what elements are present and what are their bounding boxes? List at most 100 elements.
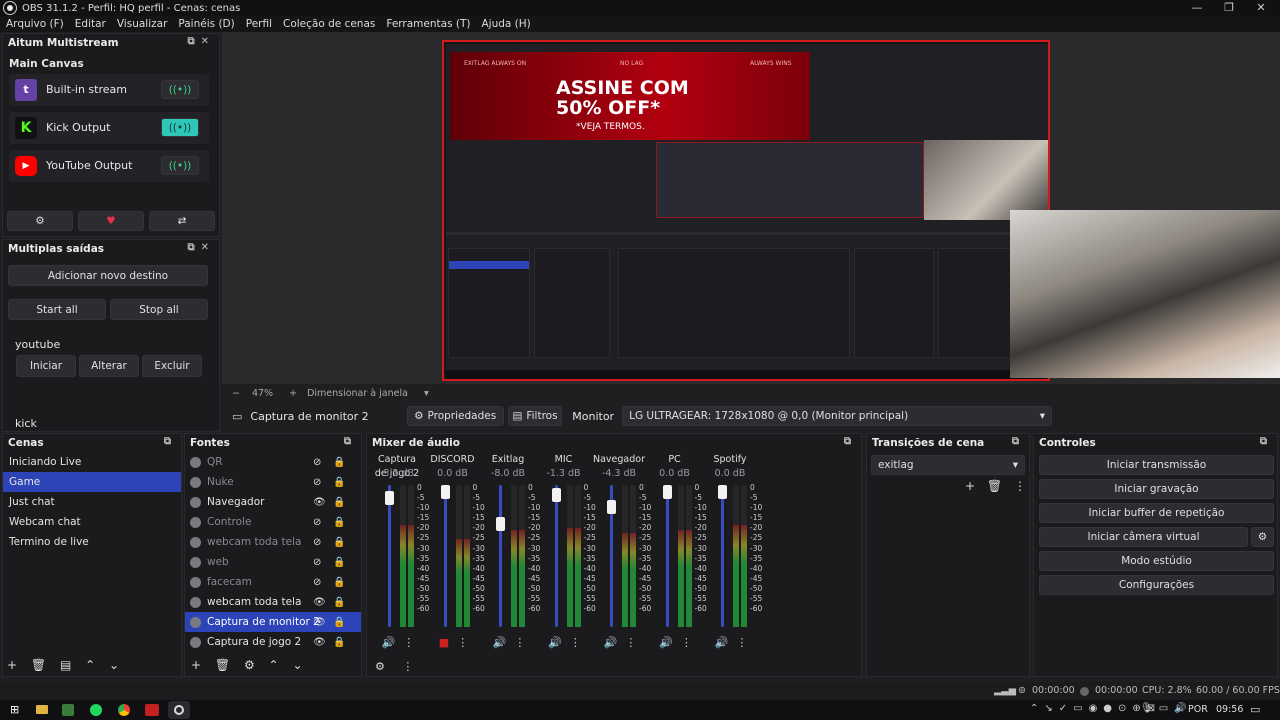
volume-fader-handle[interactable] bbox=[551, 487, 561, 502]
source-item[interactable]: QR ⊘ 🔒 bbox=[185, 452, 361, 472]
lock-icon[interactable]: 🔒 bbox=[333, 537, 345, 548]
dock-float-icon[interactable]: ⧉ bbox=[844, 436, 857, 447]
volume-fader-handle[interactable] bbox=[496, 517, 505, 531]
source-item[interactable]: facecam ⊘ 🔒 bbox=[185, 572, 361, 592]
start-all-button[interactable]: Start all bbox=[8, 299, 106, 320]
lock-icon[interactable]: 🔒 bbox=[333, 497, 345, 508]
volume-fader-handle[interactable] bbox=[662, 485, 672, 499]
chrome-icon[interactable] bbox=[118, 704, 130, 716]
dock-float-icon[interactable]: ⧉ bbox=[164, 436, 177, 447]
lock-icon[interactable]: 🔒 bbox=[333, 597, 345, 608]
app-icon-green[interactable] bbox=[62, 704, 74, 716]
source-item[interactable]: webcam toda tela ⊘ 🔒 bbox=[185, 532, 361, 552]
more-options-icon[interactable]: ⋮ bbox=[681, 636, 692, 649]
gear-icon[interactable]: ⚙ bbox=[244, 658, 255, 672]
dock-float-icon[interactable]: ⧉ bbox=[344, 436, 357, 447]
resize-mode-select[interactable]: Dimensionar à janela bbox=[307, 388, 408, 399]
dock-float-icon[interactable]: ⧉ bbox=[1260, 436, 1273, 447]
source-item[interactable]: Nuke ⊘ 🔒 bbox=[185, 472, 361, 492]
lock-icon[interactable]: 🔒 bbox=[333, 557, 345, 568]
speaker-icon[interactable]: 🔊 bbox=[493, 636, 507, 649]
volume-fader-handle[interactable] bbox=[607, 500, 616, 515]
app-icon-red[interactable] bbox=[145, 704, 159, 716]
eye-icon[interactable]: 👁 bbox=[313, 597, 326, 608]
volume-fader-handle[interactable] bbox=[440, 485, 450, 499]
source-item[interactable]: Captura de jogo 2 👁 🔒 bbox=[185, 632, 361, 652]
lock-icon[interactable]: 🔒 bbox=[333, 457, 345, 468]
more-options-icon[interactable]: ⋮ bbox=[625, 636, 636, 649]
file-explorer-icon[interactable] bbox=[36, 705, 48, 714]
trash-icon[interactable]: 🗑 bbox=[31, 658, 46, 672]
eye-off-icon[interactable]: ⊘ bbox=[313, 537, 321, 548]
volume-fader-track[interactable] bbox=[721, 485, 724, 627]
menu-scene-collection[interactable]: Coleção de cenas bbox=[283, 18, 375, 30]
menu-profile[interactable]: Perfil bbox=[246, 18, 272, 30]
monitor-select[interactable]: LG ULTRAGEAR: 1728x1080 @ 0,0 (Monitor p… bbox=[622, 406, 1052, 426]
speaker-icon[interactable]: 🔊 bbox=[715, 636, 729, 649]
delete-destination-button[interactable]: Excluir bbox=[142, 355, 202, 377]
notifications-icon[interactable]: ▭ bbox=[1250, 703, 1260, 716]
more-options-icon[interactable]: ⋮ bbox=[457, 636, 468, 649]
volume-fader-handle[interactable] bbox=[385, 491, 394, 506]
more-options-icon[interactable]: ⋮ bbox=[403, 636, 414, 649]
lock-icon[interactable]: 🔒 bbox=[333, 617, 345, 628]
language-indicator[interactable]: POR bbox=[1188, 704, 1208, 715]
menu-docks[interactable]: Painéis (D) bbox=[178, 18, 234, 30]
stop-all-button[interactable]: Stop all bbox=[110, 299, 208, 320]
volume-fader-track[interactable] bbox=[499, 485, 502, 627]
menu-tools[interactable]: Ferramentas (T) bbox=[386, 18, 470, 30]
share-icon[interactable]: ⇄ bbox=[149, 211, 215, 231]
menu-file[interactable]: Arquivo (F) bbox=[6, 18, 64, 30]
volume-fader-handle[interactable] bbox=[718, 485, 727, 499]
zoom-out-button[interactable]: − bbox=[232, 388, 240, 399]
start-virtual-camera-button[interactable]: Iniciar câmera virtual bbox=[1039, 527, 1248, 547]
spotify-icon[interactable] bbox=[90, 704, 102, 716]
menu-view[interactable]: Visualizar bbox=[117, 18, 168, 30]
start-replay-buffer-button[interactable]: Iniciar buffer de repetição bbox=[1039, 503, 1274, 523]
menu-edit[interactable]: Editar bbox=[75, 18, 106, 30]
maximize-button[interactable]: ❐ bbox=[1212, 0, 1246, 16]
lock-icon[interactable]: 🔒 bbox=[333, 477, 345, 488]
selected-source-bounds[interactable]: EXITLAG ALWAYS ON NO LAG ALWAYS WINS ASS… bbox=[442, 40, 1050, 381]
chevron-up-icon[interactable]: ⌃ bbox=[85, 658, 95, 672]
volume-fader-track[interactable] bbox=[443, 485, 447, 627]
lock-icon[interactable]: 🔒 bbox=[333, 637, 345, 648]
preview-canvas[interactable]: EXITLAG ALWAYS ON NO LAG ALWAYS WINS ASS… bbox=[222, 32, 1280, 384]
dock-float-close-icons[interactable]: ⧉✕ bbox=[187, 36, 215, 47]
more-options-icon[interactable]: ⋮ bbox=[1014, 479, 1026, 493]
chevron-down-icon[interactable]: ⌄ bbox=[292, 658, 302, 672]
zoom-in-button[interactable]: + bbox=[289, 388, 297, 399]
source-item[interactable]: webcam toda tela 👁 🔒 bbox=[185, 592, 361, 612]
edit-destination-button[interactable]: Alterar bbox=[79, 355, 139, 377]
eye-off-icon[interactable]: ⊘ bbox=[313, 557, 321, 568]
scene-item[interactable]: Termino de live bbox=[3, 532, 181, 552]
toggle-stream-button[interactable]: ((•)) bbox=[161, 156, 199, 175]
eye-off-icon[interactable]: ⊘ bbox=[313, 517, 321, 528]
trash-icon[interactable]: 🗑 bbox=[987, 479, 1002, 493]
more-options-icon[interactable]: ⋮ bbox=[402, 660, 413, 673]
chevron-down-icon[interactable]: ▾ bbox=[424, 388, 429, 399]
toggle-stream-button[interactable]: ((•)) bbox=[161, 80, 199, 99]
more-options-icon[interactable]: ⋮ bbox=[570, 636, 581, 649]
eye-icon[interactable]: 👁 bbox=[313, 637, 326, 648]
start-streaming-button[interactable]: Iniciar transmissão bbox=[1039, 455, 1274, 475]
heart-icon[interactable]: ♥ bbox=[78, 211, 144, 231]
gear-icon[interactable]: ⚙ bbox=[7, 211, 73, 231]
properties-button[interactable]: ⚙ Propriedades bbox=[406, 406, 504, 426]
advanced-audio-icon[interactable]: ⚙ bbox=[375, 660, 385, 673]
eye-off-icon[interactable]: ⊘ bbox=[313, 457, 321, 468]
windows-start-icon[interactable]: ⊞ bbox=[10, 703, 19, 716]
settings-button[interactable]: Configurações bbox=[1039, 575, 1274, 595]
source-item[interactable]: Captura de monitor 2 👁 🔒 bbox=[185, 612, 361, 632]
trash-icon[interactable]: 🗑 bbox=[215, 658, 230, 672]
dock-float-close-icons[interactable]: ⧉✕ bbox=[187, 242, 215, 253]
speaker-icon[interactable]: 🔊 bbox=[604, 636, 618, 649]
volume-fader-track[interactable] bbox=[665, 485, 669, 627]
scene-item[interactable]: Just chat bbox=[3, 492, 181, 512]
lock-icon[interactable]: 🔒 bbox=[333, 517, 345, 528]
chevron-up-icon[interactable]: ⌃ bbox=[269, 658, 279, 672]
eye-off-icon[interactable]: ⊘ bbox=[313, 577, 321, 588]
chevron-down-icon[interactable]: ⌄ bbox=[109, 658, 119, 672]
speaker-icon[interactable]: 🔊 bbox=[659, 636, 673, 649]
source-item[interactable]: Navegador 👁 🔒 bbox=[185, 492, 361, 512]
